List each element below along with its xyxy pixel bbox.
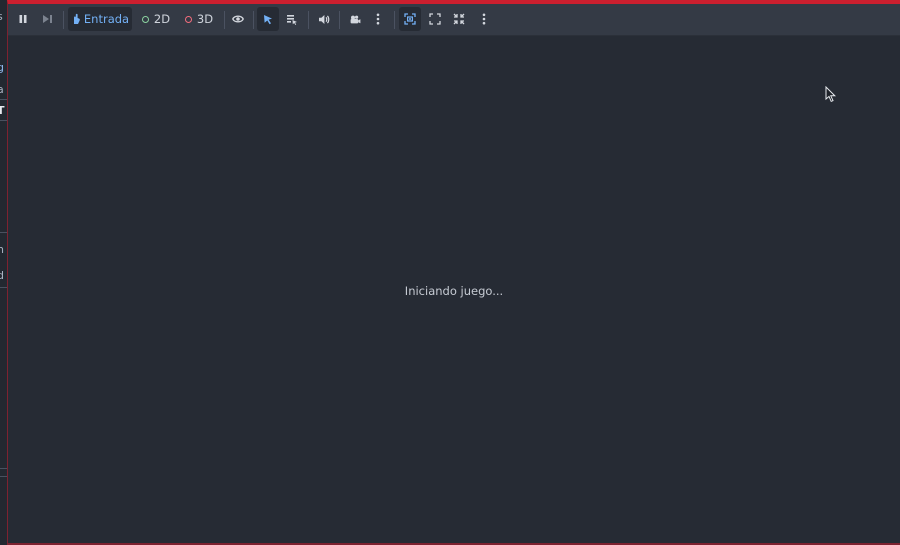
- background-text-fragment: a: [0, 83, 4, 96]
- pause-button[interactable]: [12, 7, 34, 31]
- select-mode-button[interactable]: [257, 7, 279, 31]
- input-mode-button[interactable]: Entrada: [68, 7, 132, 31]
- toolbar-separator: [224, 11, 225, 29]
- background-divider: [0, 476, 7, 477]
- input-mode-label: Entrada: [83, 12, 130, 26]
- eye-icon: [232, 15, 244, 23]
- cursor-select-icon: [264, 14, 272, 24]
- toolbar-separator: [253, 11, 254, 29]
- game-window-screen: s g a T n d: [0, 0, 900, 545]
- list-select-button[interactable]: [281, 7, 303, 31]
- hand-pointer-icon: [73, 13, 80, 24]
- pause-icon: [19, 15, 27, 23]
- circle-2d-icon: [141, 15, 149, 23]
- fit-to-window-icon: [453, 13, 465, 25]
- camera-override-icon: [350, 15, 361, 23]
- background-divider: [0, 468, 7, 469]
- background-text-fragment: d: [0, 269, 4, 282]
- camera-options-menu-button[interactable]: [368, 7, 388, 31]
- background-divider: [0, 120, 7, 121]
- toolbar-separator: [63, 11, 64, 29]
- fullscreen-icon: [429, 13, 441, 25]
- kebab-menu-icon: [482, 13, 486, 25]
- background-divider: [0, 287, 7, 288]
- speaker-icon: [319, 14, 330, 24]
- background-divider: [0, 99, 7, 100]
- kebab-menu-icon: [376, 13, 380, 25]
- circle-3d-icon: [184, 15, 192, 23]
- background-text-fragment: s: [0, 10, 3, 23]
- game-toolbar: Entrada 2D 3D: [8, 4, 900, 36]
- toolbar-separator: [308, 11, 309, 29]
- keep-aspect-icon: [404, 13, 416, 25]
- embedding-options-menu-button[interactable]: [474, 7, 494, 31]
- next-frame-icon: [42, 15, 52, 23]
- view-2d-label: 2D: [153, 12, 171, 26]
- background-text-fragment: T: [0, 104, 5, 117]
- mouse-cursor-icon: [825, 85, 837, 107]
- audio-button[interactable]: [313, 7, 335, 31]
- loading-status-text: Iniciando juego...: [404, 284, 504, 298]
- toolbar-separator: [339, 11, 340, 29]
- view-3d-label: 3D: [196, 12, 214, 26]
- view-3d-button[interactable]: 3D: [181, 7, 217, 31]
- list-select-icon: [287, 14, 297, 25]
- keep-aspect-button[interactable]: [399, 7, 421, 31]
- visibility-button[interactable]: [227, 7, 249, 31]
- fit-to-window-button[interactable]: [448, 7, 470, 31]
- background-divider: [0, 232, 7, 233]
- toolbar-separator: [394, 11, 395, 29]
- game-view-window: Entrada 2D 3D Iniciando juego...: [7, 0, 900, 545]
- background-editor-panel: s g a T n d: [0, 0, 7, 545]
- background-text-fragment: n: [0, 243, 4, 256]
- next-frame-button[interactable]: [36, 7, 58, 31]
- background-text-fragment: g: [0, 61, 4, 74]
- view-2d-button[interactable]: 2D: [138, 7, 174, 31]
- camera-override-button[interactable]: [344, 7, 366, 31]
- fullscreen-button[interactable]: [424, 7, 446, 31]
